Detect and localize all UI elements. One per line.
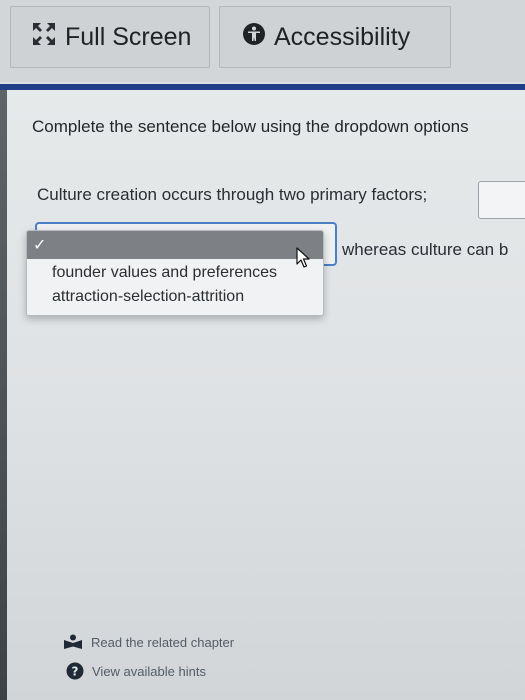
expand-icon (31, 21, 57, 54)
accessibility-button[interactable]: Accessibility (219, 6, 451, 68)
dropdown-option-attraction-selection-attrition[interactable]: attraction-selection-attrition (27, 285, 323, 309)
read-chapter-label: Read the related chapter (91, 634, 235, 650)
dropdown-option-founder-values[interactable]: founder values and preferences (27, 261, 323, 285)
checkmark-icon: ✓ (33, 237, 47, 254)
accessibility-label: Accessibility (274, 22, 411, 51)
question-panel (7, 90, 525, 700)
answer-dropdown-1[interactable] (478, 181, 525, 219)
dropdown-options-list: ✓ founder values and preferences attract… (26, 230, 324, 316)
accessibility-icon (242, 22, 266, 53)
question-instruction: Complete the sentence below using the dr… (32, 117, 469, 136)
top-toolbar: Full Screen Accessibility (0, 0, 525, 82)
window-edge (0, 90, 7, 700)
book-icon (63, 634, 83, 650)
mouse-cursor-icon (296, 247, 310, 268)
view-hints-link[interactable]: ? View available hints (66, 662, 206, 680)
full-screen-label: Full Screen (65, 22, 192, 51)
help-icon: ? (66, 662, 84, 680)
read-chapter-link[interactable]: Read the related chapter (63, 634, 234, 650)
dropdown-option-empty-selected[interactable]: ✓ (27, 231, 323, 259)
full-screen-button[interactable]: Full Screen (10, 6, 210, 68)
view-hints-label: View available hints (92, 663, 206, 679)
sentence-part-1: Culture creation occurs through two prim… (37, 185, 428, 204)
help-icon-glyph: ? (72, 665, 79, 679)
sentence-part-2: whereas culture can b (342, 240, 509, 259)
